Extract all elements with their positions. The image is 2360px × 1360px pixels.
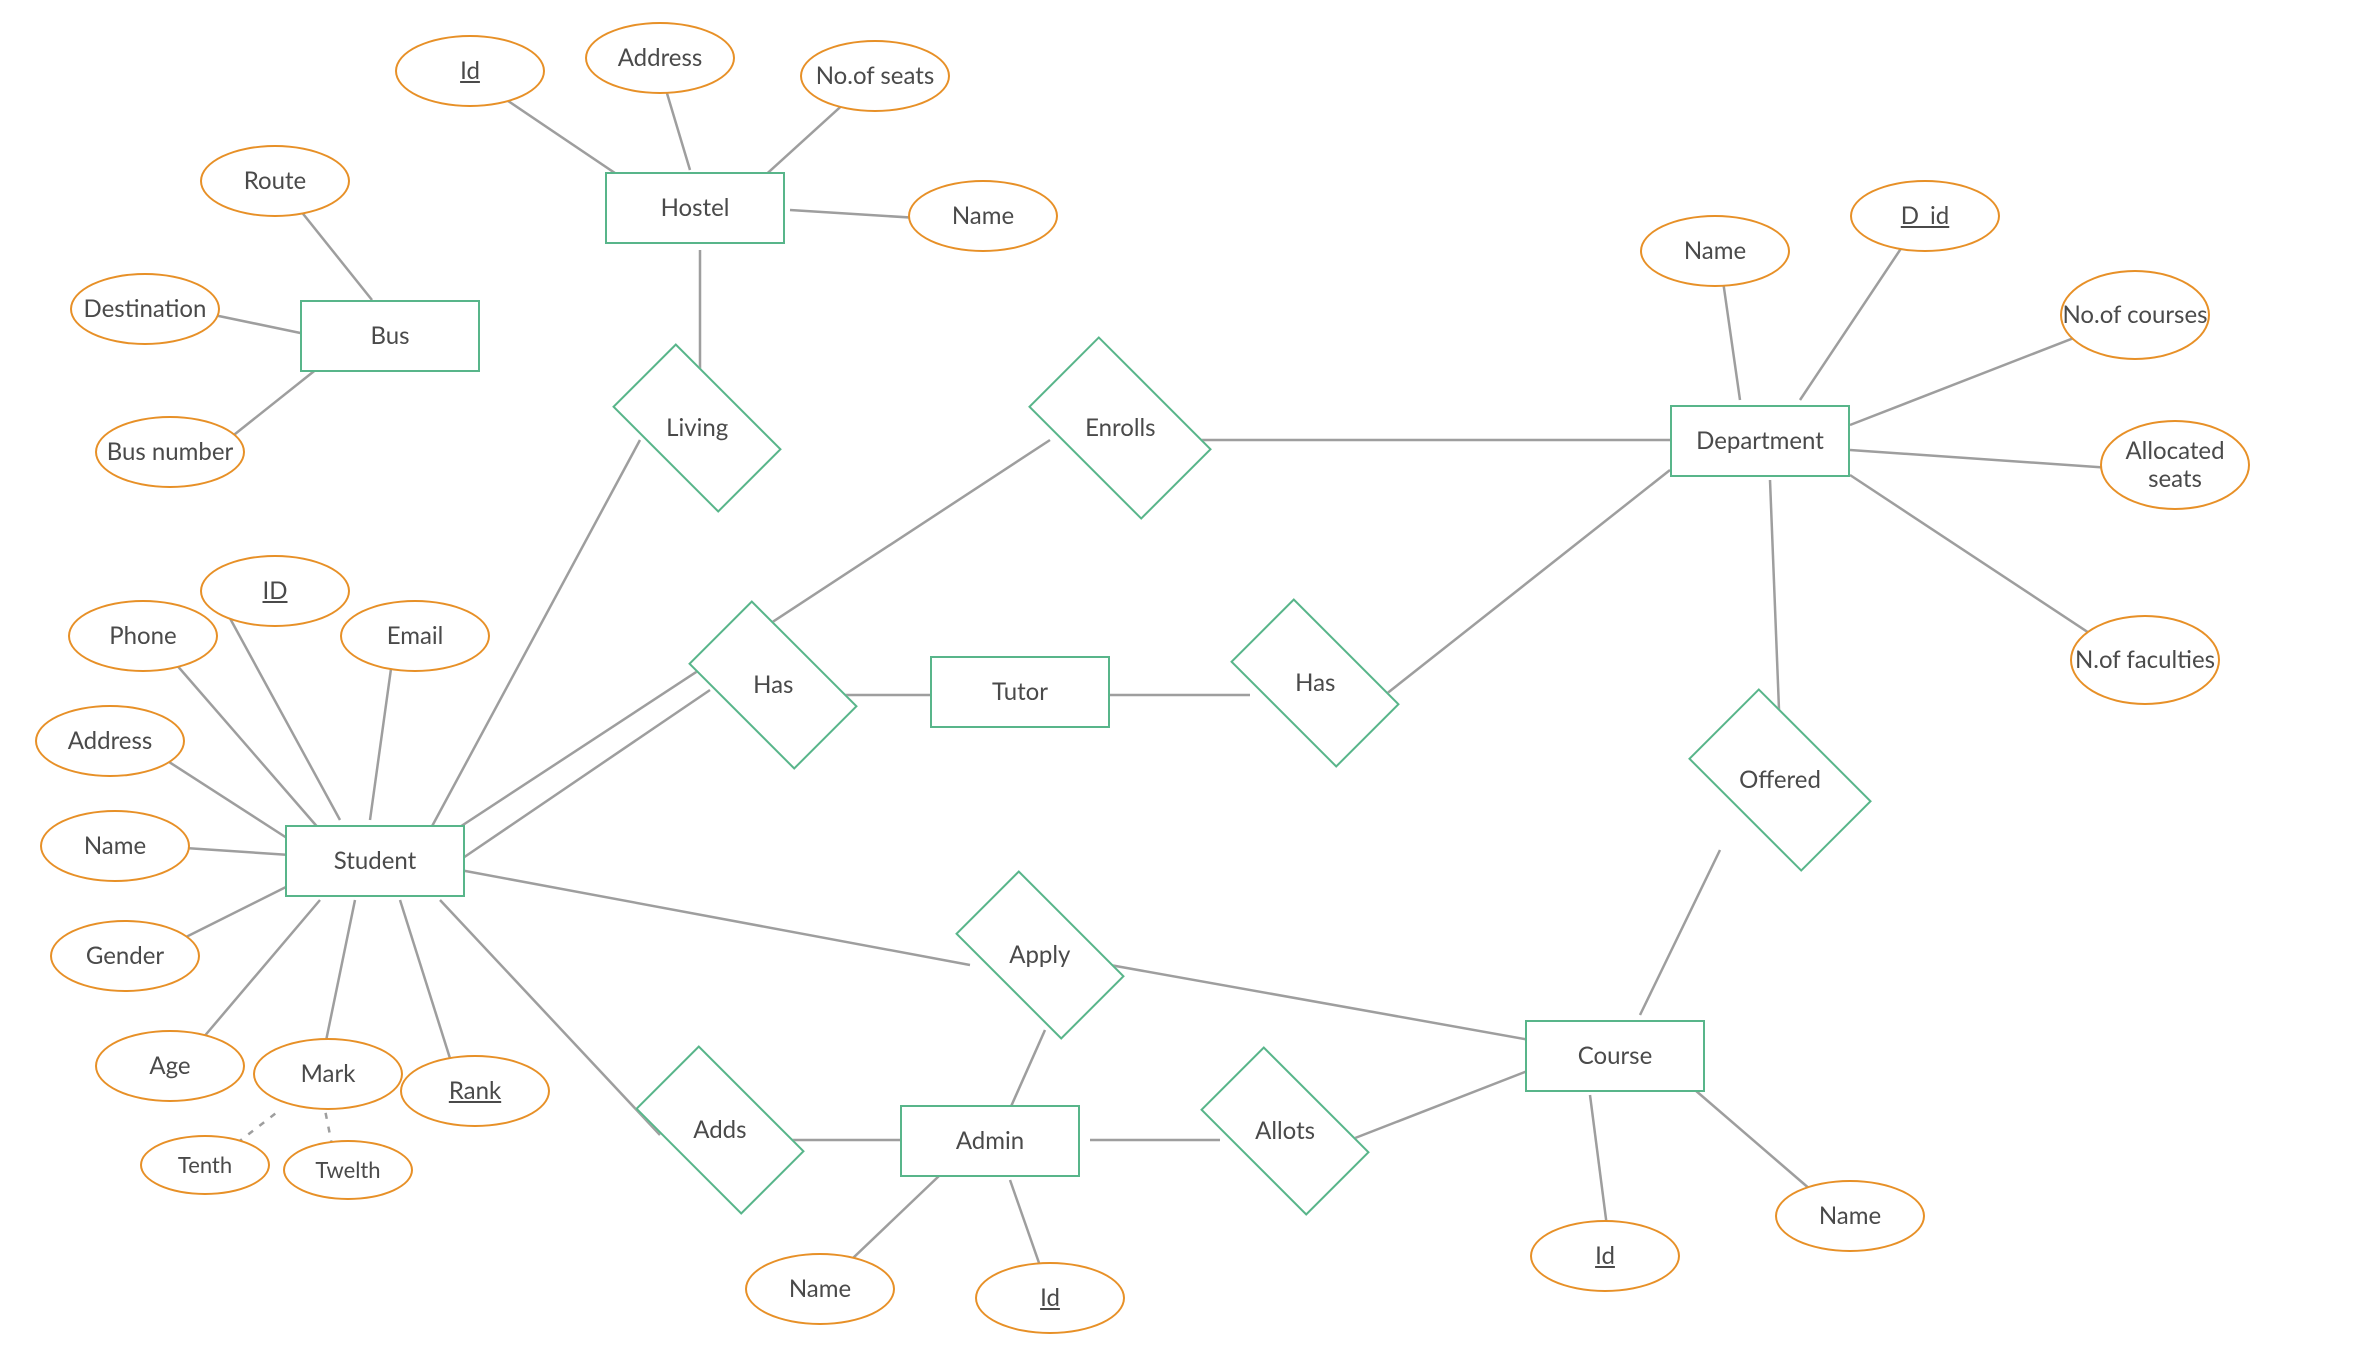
rel-has-tutor-dept: Has xyxy=(1230,598,1400,768)
rel-label: Has xyxy=(753,671,793,699)
attr-label: Tenth xyxy=(178,1152,232,1177)
entity-department: Department xyxy=(1670,405,1850,477)
attr-dept-id: D_id xyxy=(1850,180,2000,252)
attr-label: Name xyxy=(84,832,146,860)
rel-label: Living xyxy=(666,414,728,442)
entity-label: Tutor xyxy=(992,678,1048,706)
attr-label: Age xyxy=(149,1052,190,1080)
attr-admin-id: Id xyxy=(975,1262,1125,1334)
rel-allots: Allots xyxy=(1200,1046,1370,1216)
attr-label: Id xyxy=(1595,1242,1615,1270)
attr-hostel-address: Address xyxy=(585,22,735,94)
rel-enrolls: Enrolls xyxy=(1028,336,1212,520)
entity-label: Hostel xyxy=(661,194,730,222)
attr-student-age: Age xyxy=(95,1030,245,1102)
attr-student-twelth: Twelth xyxy=(283,1140,413,1200)
entity-tutor: Tutor xyxy=(930,656,1110,728)
attr-student-email: Email xyxy=(340,600,490,672)
er-diagram: Hostel Id Address No.of seats Name Bus R… xyxy=(0,0,2360,1360)
entity-hostel: Hostel xyxy=(605,172,785,244)
attr-bus-destination: Destination xyxy=(70,273,220,345)
attr-label: Route xyxy=(244,167,306,195)
entity-label: Department xyxy=(1696,427,1824,455)
attr-label: Name xyxy=(952,202,1014,230)
attr-hostel-seats: No.of seats xyxy=(800,40,950,112)
attr-bus-number: Bus number xyxy=(95,416,245,488)
attr-label: Id xyxy=(460,57,480,85)
rel-label: Allots xyxy=(1255,1117,1315,1145)
rel-living: Living xyxy=(612,343,782,513)
entity-student: Student xyxy=(285,825,465,897)
attr-label: Address xyxy=(68,727,153,755)
attr-student-address: Address xyxy=(35,705,185,777)
attr-label: Gender xyxy=(86,942,164,970)
attr-course-name: Name xyxy=(1775,1180,1925,1252)
attr-label: Id xyxy=(1040,1284,1060,1312)
attr-dept-allocseats: Allocated seats xyxy=(2100,420,2250,510)
attr-label: ID xyxy=(263,577,288,605)
entity-label: Course xyxy=(1578,1042,1653,1070)
rel-label: Offered xyxy=(1739,766,1821,794)
attr-label: Mark xyxy=(301,1060,356,1088)
rel-label: Adds xyxy=(693,1116,746,1144)
attr-student-mark: Mark xyxy=(253,1038,403,1110)
attr-label: Bus number xyxy=(107,438,234,466)
entity-label: Student xyxy=(334,847,416,875)
attr-admin-name: Name xyxy=(745,1253,895,1325)
attr-dept-nocourses: No.of courses xyxy=(2060,270,2210,360)
attr-hostel-name: Name xyxy=(908,180,1058,252)
attr-label: Rank xyxy=(449,1077,501,1105)
rel-label: Apply xyxy=(1009,941,1070,969)
entity-course: Course xyxy=(1525,1020,1705,1092)
attr-label: Address xyxy=(618,44,703,72)
attr-label: N.of faculties xyxy=(2075,646,2215,674)
attr-dept-nofac: N.of faculties xyxy=(2070,615,2220,705)
rel-apply: Apply xyxy=(955,870,1125,1040)
attr-label: No.of courses xyxy=(2062,301,2207,329)
attr-student-tenth: Tenth xyxy=(140,1135,270,1195)
entity-label: Bus xyxy=(370,322,409,350)
attr-course-id: Id xyxy=(1530,1220,1680,1292)
attr-bus-route: Route xyxy=(200,145,350,217)
attr-label: Twelth xyxy=(315,1157,380,1182)
rel-label: Enrolls xyxy=(1085,414,1156,442)
rel-label: Has xyxy=(1295,669,1335,697)
attr-label: Phone xyxy=(109,622,176,650)
attr-label: Name xyxy=(789,1275,851,1303)
entity-bus: Bus xyxy=(300,300,480,372)
entity-label: Admin xyxy=(956,1127,1024,1155)
rel-offered: Offered xyxy=(1688,688,1872,872)
attr-dept-name: Name xyxy=(1640,215,1790,287)
attr-label: No.of seats xyxy=(816,62,935,90)
attr-label: Name xyxy=(1819,1202,1881,1230)
attr-label: D_id xyxy=(1901,202,1949,230)
entity-admin: Admin xyxy=(900,1105,1080,1177)
attr-student-name: Name xyxy=(40,810,190,882)
attr-hostel-id: Id xyxy=(395,35,545,107)
rel-adds: Adds xyxy=(635,1045,805,1215)
attr-label: Name xyxy=(1684,237,1746,265)
rel-has-student-tutor: Has xyxy=(688,600,858,770)
attr-student-id: ID xyxy=(200,555,350,627)
attr-student-gender: Gender xyxy=(50,920,200,992)
attr-label: Destination xyxy=(84,295,207,323)
attr-student-rank: Rank xyxy=(400,1055,550,1127)
attr-label: Allocated seats xyxy=(2102,437,2248,492)
attr-student-phone: Phone xyxy=(68,600,218,672)
attr-label: Email xyxy=(387,622,444,650)
